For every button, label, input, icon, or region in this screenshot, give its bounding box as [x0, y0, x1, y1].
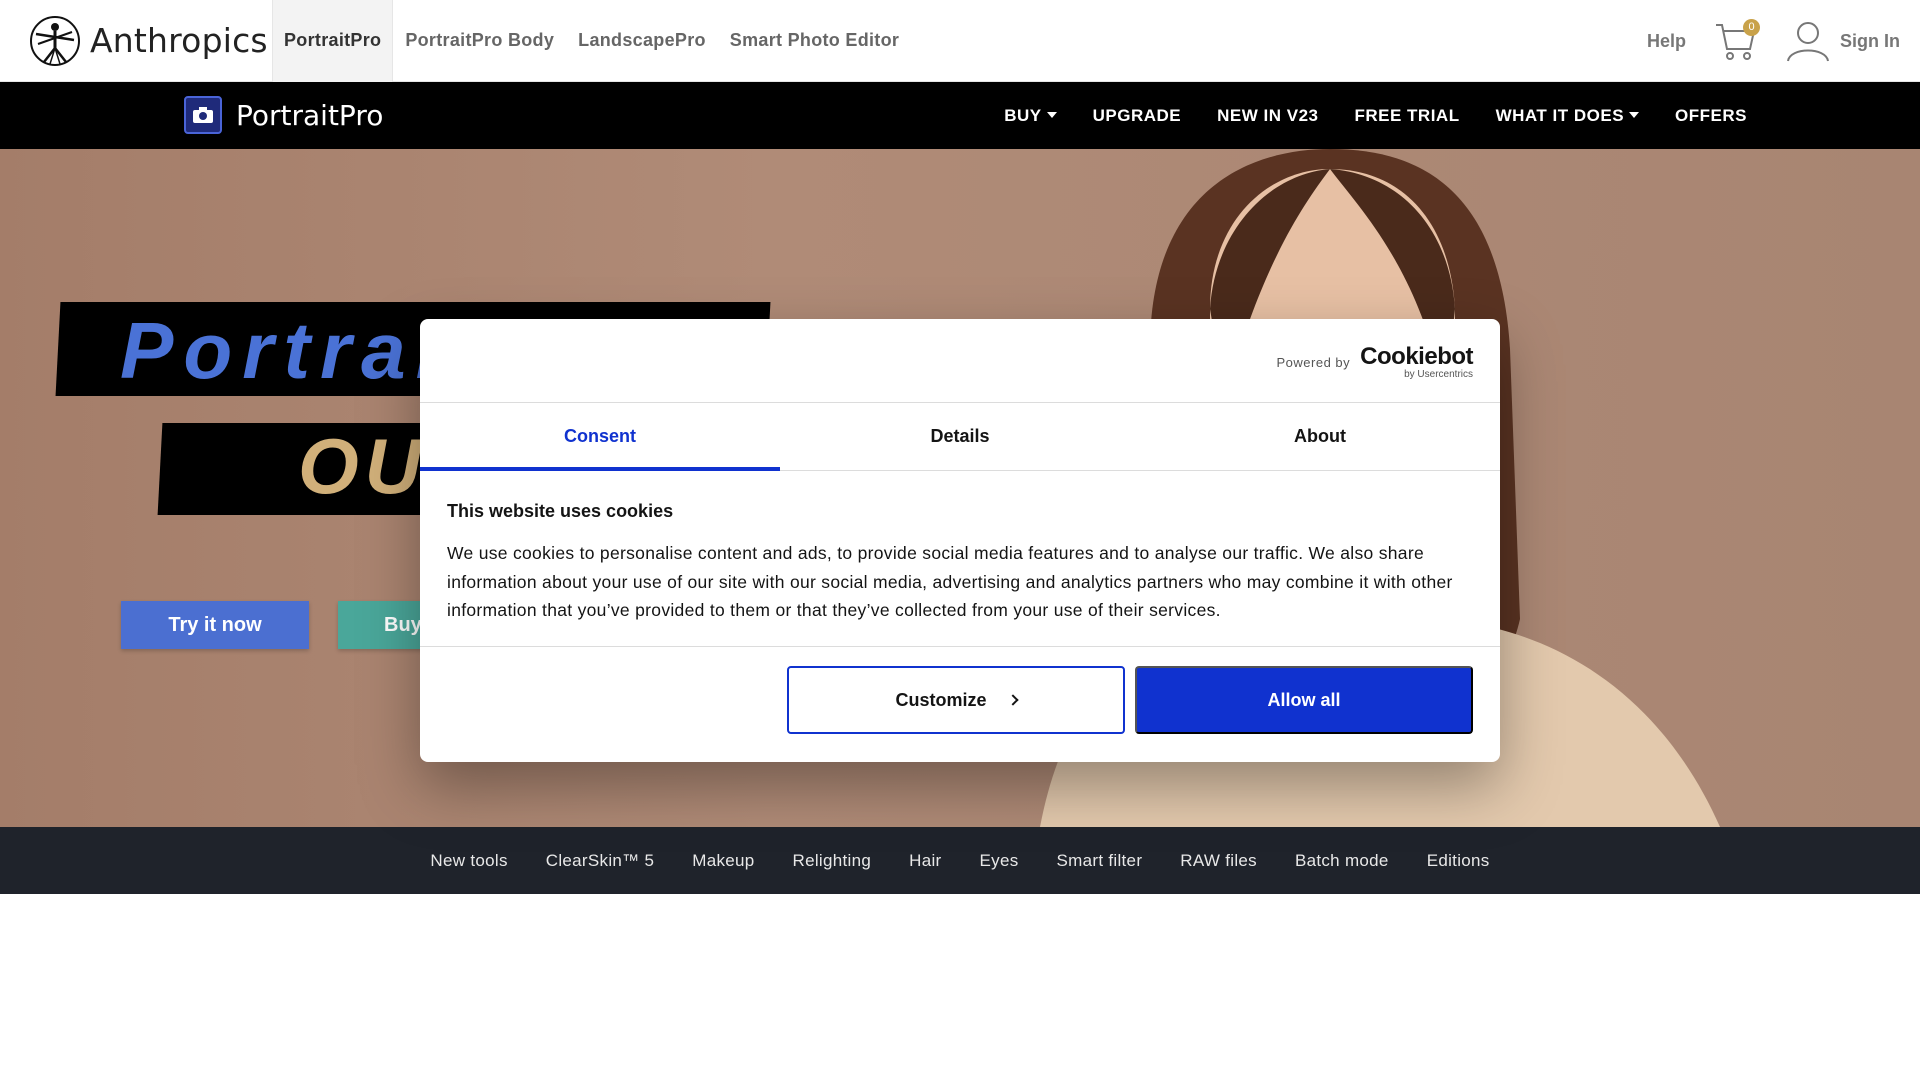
- cookie-description: We use cookies to personalise content an…: [447, 543, 1453, 620]
- customize-button[interactable]: Customize: [787, 666, 1125, 734]
- top-bar: Anthropics PortraitPro PortraitPro Body …: [0, 0, 1920, 82]
- feature-editions[interactable]: Editions: [1427, 851, 1490, 871]
- nav-what-it-does[interactable]: WHAT IT DOES: [1495, 105, 1640, 126]
- cookiebot-name: Cookiebot: [1360, 343, 1473, 370]
- cookie-tabs: Consent Details About: [420, 403, 1500, 471]
- nav-buy-label: BUY: [1004, 105, 1042, 125]
- tab-details[interactable]: Details: [780, 403, 1140, 470]
- product-tab-portraitpro[interactable]: PortraitPro: [272, 0, 394, 82]
- cookie-body: This website uses cookies We use cookies…: [420, 471, 1500, 647]
- feature-raw-files[interactable]: RAW files: [1180, 851, 1257, 871]
- allow-all-button[interactable]: Allow all: [1135, 666, 1473, 734]
- cookie-consent-dialog: Powered by Cookiebot by Usercentrics Con…: [420, 319, 1500, 762]
- portraitpro-logo[interactable]: PortraitPro: [184, 96, 383, 134]
- nav-new-in-v23[interactable]: NEW IN V23: [1217, 106, 1318, 126]
- cookiebot-subtitle: by Usercentrics: [1404, 369, 1473, 380]
- feature-makeup[interactable]: Makeup: [692, 851, 754, 871]
- cookie-dialog-header: Powered by Cookiebot by Usercentrics: [420, 319, 1500, 403]
- feature-nav: New tools ClearSkin™ 5 Makeup Relighting…: [0, 827, 1920, 894]
- tab-about[interactable]: About: [1140, 403, 1500, 470]
- nav-offers[interactable]: OFFERS: [1675, 106, 1747, 126]
- feature-smart-filter[interactable]: Smart filter: [1057, 851, 1143, 871]
- camera-logo-icon: [184, 96, 222, 134]
- nav-upgrade[interactable]: UPGRADE: [1093, 106, 1182, 126]
- help-link[interactable]: Help: [1647, 31, 1686, 52]
- product-tab-landscapepro[interactable]: LandscapePro: [566, 0, 718, 82]
- brand-link[interactable]: Anthropics: [0, 0, 272, 82]
- main-nav-items: BUY UPGRADE NEW IN V23 FREE TRIAL WHAT I…: [968, 82, 1747, 149]
- nav-free-trial[interactable]: FREE TRIAL: [1354, 106, 1459, 126]
- cookiebot-branding[interactable]: Powered by Cookiebot by Usercentrics: [1276, 343, 1474, 381]
- feature-relighting[interactable]: Relighting: [793, 851, 872, 871]
- hero-title-line2: OU: [298, 422, 427, 510]
- portraitpro-logo-text: PortraitPro: [236, 98, 384, 132]
- main-nav: PortraitPro BUY UPGRADE NEW IN V23 FREE …: [0, 82, 1920, 149]
- vitruvian-logo-icon: [30, 15, 80, 66]
- account-area: Help 0 Sign In: [1647, 0, 1900, 82]
- product-tab-portraitpro-body[interactable]: PortraitPro Body: [393, 0, 566, 82]
- product-tabs: PortraitPro PortraitPro Body LandscapePr…: [272, 0, 911, 82]
- cookie-actions: Customize Allow all: [420, 647, 1500, 762]
- caret-down-icon: [1629, 111, 1640, 118]
- feature-eyes[interactable]: Eyes: [980, 851, 1019, 871]
- powered-by-label: Powered by: [1276, 355, 1351, 370]
- cookie-title: This website uses cookies: [447, 501, 674, 521]
- feature-batch-mode[interactable]: Batch mode: [1295, 851, 1389, 871]
- feature-new-tools[interactable]: New tools: [430, 851, 507, 871]
- nav-what-it-does-label: WHAT IT DOES: [1495, 105, 1625, 125]
- feature-hair[interactable]: Hair: [909, 851, 941, 871]
- product-tab-smart-photo-editor[interactable]: Smart Photo Editor: [718, 0, 911, 82]
- brand-name: Anthropics: [90, 21, 268, 60]
- tab-consent[interactable]: Consent: [420, 403, 780, 471]
- feature-clearskin[interactable]: ClearSkin™ 5: [546, 851, 654, 871]
- cart-button[interactable]: 0: [1714, 19, 1760, 63]
- customize-label: Customize: [895, 689, 987, 710]
- cookiebot-logo: Cookiebot by Usercentrics: [1360, 343, 1473, 381]
- chevron-right-icon: [1006, 694, 1019, 706]
- nav-buy[interactable]: BUY: [1004, 105, 1057, 126]
- caret-down-icon: [1046, 111, 1057, 118]
- cart-count-badge: 0: [1743, 19, 1760, 36]
- sign-in-link[interactable]: Sign In: [1840, 31, 1900, 52]
- try-it-now-button[interactable]: Try it now: [121, 601, 309, 649]
- user-icon[interactable]: [1786, 19, 1830, 63]
